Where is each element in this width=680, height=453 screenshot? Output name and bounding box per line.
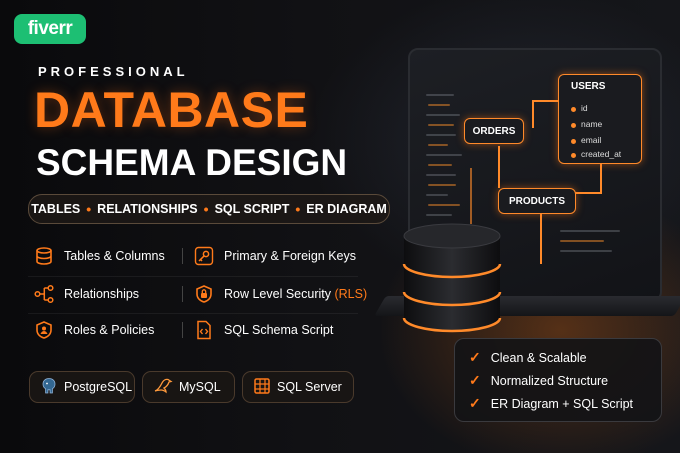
relation-line [470,168,472,224]
tag-tables: TABLES [31,202,81,216]
key-icon [194,246,214,266]
benefit-label: Normalized Structure [490,373,609,388]
feature-sql-script: SQL Schema Script [194,320,333,340]
feature-keys: Primary & Foreign Keys [194,246,356,266]
divider-line [28,276,358,277]
code-line [426,214,452,216]
code-line [428,124,454,126]
tag-relationships: RELATIONSHIPS [97,202,198,216]
tag-bar: TABLES • RELATIONSHIPS • SQL SCRIPT • ER… [28,194,390,224]
benefit-item: ✓ Clean & Scalable [469,349,587,366]
check-icon: ✓ [469,349,481,365]
grid-icon [253,377,271,398]
feature-roles-policies: Roles & Policies [34,320,154,340]
feature-label: Tables & Columns [64,249,165,263]
benefit-label: ER Diagram + SQL Script [490,396,634,411]
database-cylinder [402,222,502,334]
relation-line [600,162,602,192]
field-email: email [581,135,602,145]
check-icon: ✓ [469,372,481,388]
users-table-box: USERS id name email created_at [558,74,642,164]
feature-label: Roles & Policies [64,323,155,337]
feature-label: Primary & Foreign Keys [224,249,356,263]
sql-server-badge: SQL Server [242,371,354,403]
feature-label-main: Row Level Security [224,287,331,301]
mysql-badge: MySQL [142,371,235,403]
field-dot [571,107,576,112]
benefit-item: ✓ Normalized Structure [469,372,608,389]
code-line [426,134,456,136]
field-dot [571,139,576,144]
check-icon: ✓ [469,395,481,411]
network-icon [34,284,54,304]
rls-suffix: (RLS) [334,287,368,301]
feature-relationships: Relationships [34,284,139,304]
fiverr-logo: fiverr [14,14,86,44]
elephant-icon [40,377,58,398]
divider-line [28,313,358,314]
code-line [426,154,462,156]
code-line [426,174,456,176]
code-line [428,144,448,146]
products-table-box: PRODUCTS [498,188,576,214]
code-line [560,250,612,252]
code-line [428,204,460,206]
db-label: MySQL [179,380,221,394]
relation-line [540,212,542,264]
field-dot [571,153,576,158]
code-line [426,114,460,116]
dolphin-icon [153,377,173,398]
bullet-icon: • [295,201,301,217]
feature-rls: Row Level Security (RLS) [194,284,367,304]
code-line [426,194,448,196]
orders-table-box: ORDERS [464,118,524,144]
code-line [428,184,456,186]
postgresql-badge: PostgreSQL [29,371,135,403]
feature-label: SQL Schema Script [224,323,334,337]
code-file-icon [194,320,214,340]
field-id: id [581,103,588,113]
code-line [426,94,454,96]
lock-shield-icon [194,284,214,304]
feature-divider [182,322,183,338]
relation-line [574,192,602,194]
code-line [428,164,452,166]
kicker-text: PROFESSIONAL [38,64,189,79]
benefit-label: Clean & Scalable [490,350,587,365]
benefit-item: ✓ ER Diagram + SQL Script [469,395,633,412]
bullet-icon: • [203,201,209,217]
feature-tables-columns: Tables & Columns [34,246,165,266]
feature-divider [182,286,183,302]
benefits-card: ✓ Clean & Scalable ✓ Normalized Structur… [454,338,662,422]
database-icon [34,246,54,266]
headline-line1: DATABASE [34,82,309,138]
relation-line [532,100,534,128]
code-line [560,230,620,232]
feature-label: Row Level Security (RLS) [224,287,367,301]
tag-er-diagram: ER DIAGRAM [306,202,387,216]
db-label: SQL Server [277,380,342,394]
field-created-at: created_at [581,149,622,159]
shield-icon [34,320,54,340]
tag-sql-script: SQL SCRIPT [214,202,290,216]
feature-divider [182,248,183,264]
relation-line [532,100,558,102]
users-table-title: USERS [571,81,606,92]
db-label: PostgreSQL [64,380,133,394]
field-dot [571,123,576,128]
bullet-icon: • [86,201,92,217]
headline-line2: SCHEMA DESIGN [36,142,348,183]
feature-label: Relationships [64,287,140,301]
relation-line [498,146,500,188]
code-line [428,104,450,106]
code-line [560,240,604,242]
field-name: name [581,119,603,129]
